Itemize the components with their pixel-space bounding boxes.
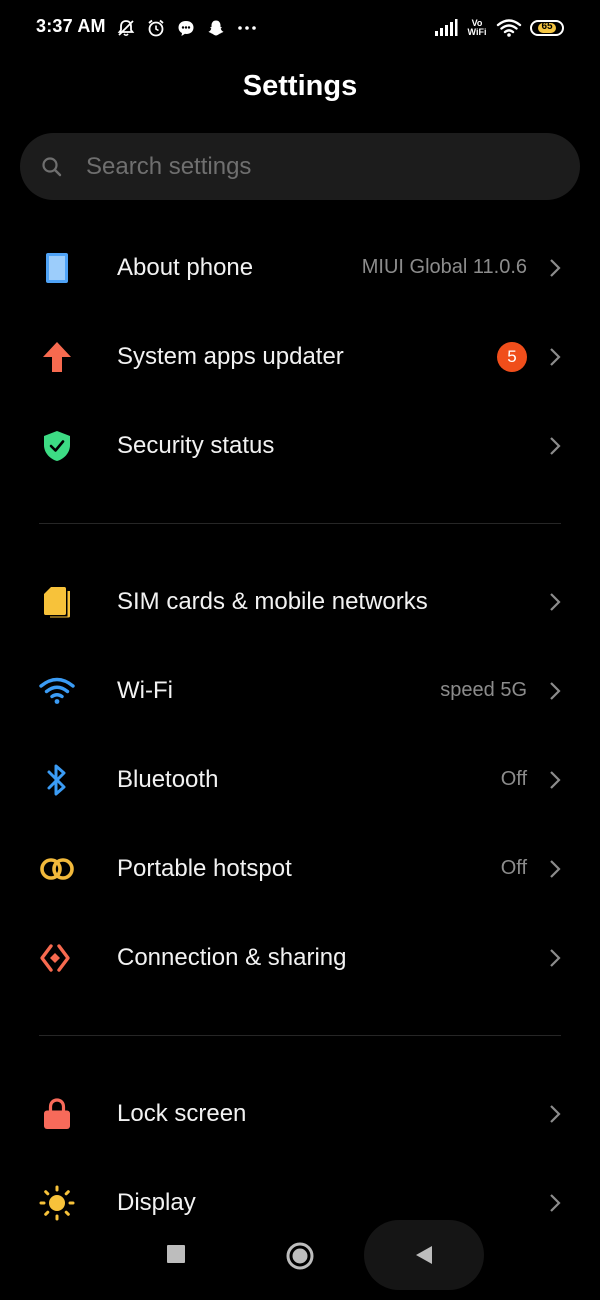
setting-system-apps-updater[interactable]: System apps updater 5 [0, 312, 600, 401]
chevron-right-icon [548, 435, 562, 457]
chevron-right-icon [548, 680, 562, 702]
setting-connection-sharing[interactable]: Connection & sharing [0, 913, 600, 1002]
search-icon [40, 155, 64, 179]
section-divider [0, 490, 600, 557]
setting-value: Off [500, 857, 527, 879]
square-icon [167, 1245, 185, 1263]
recents-button[interactable] [160, 1238, 192, 1270]
signal-icon [434, 19, 458, 37]
divider-line [39, 523, 561, 524]
chevron-right-icon [548, 257, 562, 279]
page-title: Settings [242, 70, 358, 102]
chevron-right-icon [548, 1103, 562, 1125]
section-divider [0, 1002, 600, 1069]
chevron-right-icon [548, 947, 562, 969]
chat-bubble-icon [176, 18, 196, 38]
arrow-up-icon [37, 337, 77, 377]
search-bar[interactable] [20, 133, 580, 200]
divider-line [39, 1035, 561, 1036]
more-dots-icon [236, 18, 258, 38]
muted-bell-icon [116, 18, 136, 38]
status-notification-icons [116, 16, 258, 40]
battery-icon: 65 [530, 20, 564, 36]
navigation-bar [0, 1220, 600, 1300]
chevron-right-icon [548, 346, 562, 368]
wifi-icon [37, 671, 77, 711]
setting-label: Wi-Fi [117, 676, 173, 704]
settings-list: About phone MIUI Global 11.0.6 System ap… [0, 223, 600, 1247]
connection-sharing-icon [37, 938, 77, 978]
setting-label: Portable hotspot [117, 854, 292, 882]
chevron-right-icon [548, 591, 562, 613]
chevron-right-icon [548, 769, 562, 791]
back-button[interactable] [364, 1220, 484, 1290]
search-input[interactable] [84, 151, 528, 182]
setting-lock-screen[interactable]: Lock screen [0, 1069, 600, 1158]
shield-check-icon [37, 426, 77, 466]
circle-icon [286, 1242, 314, 1270]
battery-level: 65 [541, 21, 553, 32]
setting-label: SIM cards & mobile networks [117, 587, 428, 615]
setting-value: MIUI Global 11.0.6 [361, 256, 527, 278]
snapchat-icon [206, 18, 226, 38]
status-time: 3:37 AM [36, 16, 106, 36]
setting-sim-cards[interactable]: SIM cards & mobile networks [0, 557, 600, 646]
setting-portable-hotspot[interactable]: Portable hotspot Off [0, 824, 600, 913]
chevron-right-icon [548, 858, 562, 880]
sim-card-icon [37, 582, 77, 622]
setting-value: Off [500, 768, 527, 790]
setting-wifi[interactable]: Wi-Fi speed 5G [0, 646, 600, 735]
setting-label: Security status [117, 431, 275, 459]
setting-label: System apps updater [117, 342, 344, 370]
status-system-icons: Vo WiFi 65 [434, 15, 564, 41]
setting-label: Bluetooth [117, 765, 219, 793]
phone-icon [37, 248, 77, 288]
setting-bluetooth[interactable]: Bluetooth Off [0, 735, 600, 824]
sun-icon [37, 1183, 77, 1223]
setting-label: Connection & sharing [117, 943, 347, 971]
lock-icon [37, 1094, 77, 1134]
setting-security-status[interactable]: Security status [0, 401, 600, 490]
setting-label: Lock screen [117, 1099, 247, 1127]
setting-value: speed 5G [440, 679, 527, 701]
setting-label: About phone [117, 253, 254, 281]
setting-label: Display [117, 1188, 196, 1216]
update-count-badge: 5 [497, 341, 527, 372]
home-button[interactable] [282, 1238, 318, 1274]
hotspot-icon [37, 849, 77, 889]
status-bar: 3:37 AM Vo WiFi 65 [0, 0, 600, 56]
alarm-icon [146, 18, 166, 38]
back-triangle-icon [416, 1246, 432, 1264]
vowifi-line2: WiFi [467, 27, 487, 37]
chevron-right-icon [548, 1192, 562, 1214]
bluetooth-icon [37, 760, 77, 800]
wifi-status-icon [496, 18, 522, 38]
vowifi-icon: Vo WiFi [466, 19, 488, 37]
setting-about-phone[interactable]: About phone MIUI Global 11.0.6 [0, 223, 600, 312]
